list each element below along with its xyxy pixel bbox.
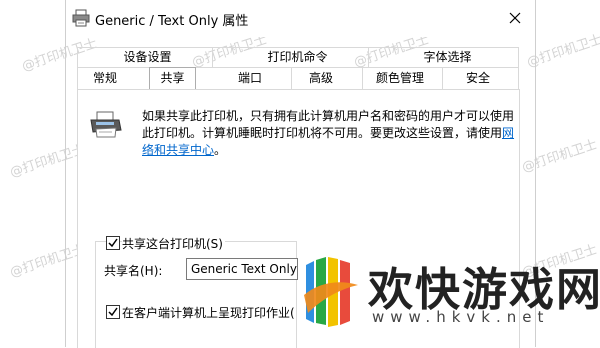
window-title: Generic / Text Only 属性 [95, 14, 249, 29]
tab-separator [362, 68, 363, 89]
sharing-description: 如果共享此打印机，只有拥有此计算机用户名和密码的用户才可以使用此打印机。计算机睡… [142, 109, 515, 157]
tab-row-divider [78, 67, 518, 68]
share-printer-label: 共享这台打印机(S) [122, 235, 225, 252]
tab-color-management[interactable]: 颜色管理 [365, 69, 435, 88]
tab-separator [77, 47, 78, 90]
watermark-text: @打印机卫士 [8, 142, 88, 181]
tab-security[interactable]: 安全 [453, 69, 503, 88]
printer-icon [88, 110, 124, 140]
tab-ports[interactable]: 端口 [225, 69, 275, 88]
tab-separator [212, 47, 213, 67]
tab-separator [368, 47, 369, 67]
tab-separator [291, 68, 292, 89]
tab-row-top [78, 47, 518, 48]
tab-printer-commands[interactable]: 打印机命令 [250, 48, 345, 67]
tab-device-settings[interactable]: 设备设置 [105, 48, 190, 67]
tab-advanced[interactable]: 高级 [296, 69, 346, 88]
dialog-border-left [65, 0, 66, 347]
watermark-text: @打印机卫士 [520, 137, 600, 176]
close-button[interactable] [498, 5, 532, 33]
tab-font-selection[interactable]: 字体选择 [405, 48, 490, 67]
watermark-text: @打印机卫士 [8, 242, 88, 281]
tab-general[interactable]: 常规 [80, 69, 130, 88]
brand-logo [300, 255, 362, 329]
share-name-input[interactable]: Generic Text Only [186, 258, 298, 280]
brand-url: www.hkvk.net [372, 308, 550, 326]
render-jobs-label: 在客户端计算机上呈现打印作业( [122, 306, 295, 320]
tab-sharing[interactable]: 共享 [149, 67, 196, 91]
share-name-label: 共享名(H): [104, 264, 163, 278]
render-jobs-checkbox[interactable] [106, 305, 120, 319]
share-printer-checkbox[interactable] [106, 236, 120, 250]
close-icon [509, 12, 521, 27]
printer-icon [72, 9, 90, 27]
tab-separator [518, 47, 519, 90]
tab-separator [442, 68, 443, 89]
